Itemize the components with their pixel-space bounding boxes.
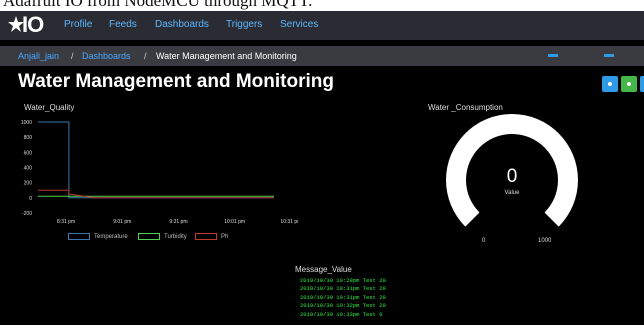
- figure-caption: Adafruit IO from NodeMCU through MQTT.: [0, 0, 644, 11]
- nav-dashboards[interactable]: Dashboards: [155, 19, 209, 30]
- breadcrumb-dashboards[interactable]: Dashboards: [82, 46, 131, 66]
- y-tick-label: 1000: [21, 120, 32, 126]
- gauge-max-label: 1000: [538, 238, 552, 244]
- log-row: 2019/10/30 10:29pm Test 20: [300, 277, 386, 284]
- breadcrumb-current: Water Management and Monitoring: [156, 51, 297, 61]
- legend-label: Turbidity: [164, 234, 187, 241]
- gear-icon: [608, 82, 612, 86]
- y-tick-label: 800: [24, 135, 33, 141]
- legend-temperature[interactable]: Temperature: [68, 233, 128, 243]
- gauge-min-label: 0: [482, 238, 486, 244]
- legend-ph[interactable]: Ph: [195, 233, 228, 243]
- adafruit-io-logo[interactable]: IO: [8, 14, 44, 36]
- page-title: Water Management and Monitoring: [18, 71, 334, 92]
- caption-text: Adafruit IO from NodeMCU through MQTT.: [3, 0, 313, 10]
- message-log: 2019/10/30 10:29pm Test 20 2019/10/30 10…: [300, 277, 386, 319]
- plus-icon: [627, 82, 631, 86]
- gauge-value: 0: [506, 166, 518, 187]
- x-tick-label: 9:01 pm: [113, 219, 131, 225]
- y-tick-label: 0: [29, 196, 32, 202]
- message-value-title: Message_Value: [295, 265, 352, 274]
- logo-text: IO: [22, 12, 44, 37]
- top-navigation-bar: IO Profile Feeds Dashboards Triggers Ser…: [0, 11, 644, 40]
- water-quality-title: Water_Quality: [24, 103, 75, 112]
- breadcrumb-separator: /: [144, 51, 147, 61]
- toolbar-hint-marker: [548, 54, 558, 57]
- toolbar-hint-marker: [604, 54, 614, 57]
- x-tick-label: 9:31 pm: [169, 219, 187, 225]
- log-row: 2019/10/30 10:32pm Test 20: [300, 302, 386, 310]
- y-tick-label: 400: [24, 166, 33, 172]
- legend-turbidity[interactable]: Turbidity: [138, 233, 187, 243]
- legend-swatch: [195, 233, 217, 240]
- legend-label: Temperature: [94, 234, 128, 241]
- legend-swatch: [138, 233, 160, 240]
- settings-button[interactable]: [602, 76, 618, 92]
- x-tick-label: 10:31 pm: [280, 219, 298, 225]
- y-tick-label: -200: [22, 211, 32, 217]
- nav-triggers[interactable]: Triggers: [226, 19, 262, 30]
- x-tick-label: 10:01 pm: [224, 219, 245, 225]
- nav-services[interactable]: Services: [280, 19, 318, 30]
- add-block-button[interactable]: [621, 76, 637, 92]
- y-tick-label: 200: [24, 181, 33, 187]
- x-tick-label: 8:31 pm: [57, 219, 75, 225]
- nav-feeds[interactable]: Feeds: [109, 19, 137, 30]
- series-line-temperature: [38, 121, 274, 199]
- breadcrumb: Anjali_jain / Dashboards / Water Managem…: [0, 46, 644, 66]
- y-tick-label: 600: [24, 150, 33, 156]
- legend-label: Ph: [221, 234, 229, 241]
- water-quality-chart: 1000 800 600 400 200 0 -200 8:31 pm 9:01 pm 9:31 …: [21, 120, 298, 225]
- nav-profile[interactable]: Profile: [64, 19, 92, 30]
- log-row: 2019/10/30 10:31pm Test 20: [300, 285, 386, 293]
- gauge-value-label: Value: [504, 190, 520, 196]
- log-row: 2019/10/30 10:31pm Test 20: [300, 293, 386, 301]
- legend-swatch: [68, 233, 90, 240]
- delete-button[interactable]: [640, 76, 644, 92]
- log-row: 2019/10/30 10:33pm Test 0: [300, 310, 383, 318]
- breadcrumb-separator: /: [71, 51, 74, 61]
- breadcrumb-user[interactable]: Anjali_jain: [18, 46, 59, 66]
